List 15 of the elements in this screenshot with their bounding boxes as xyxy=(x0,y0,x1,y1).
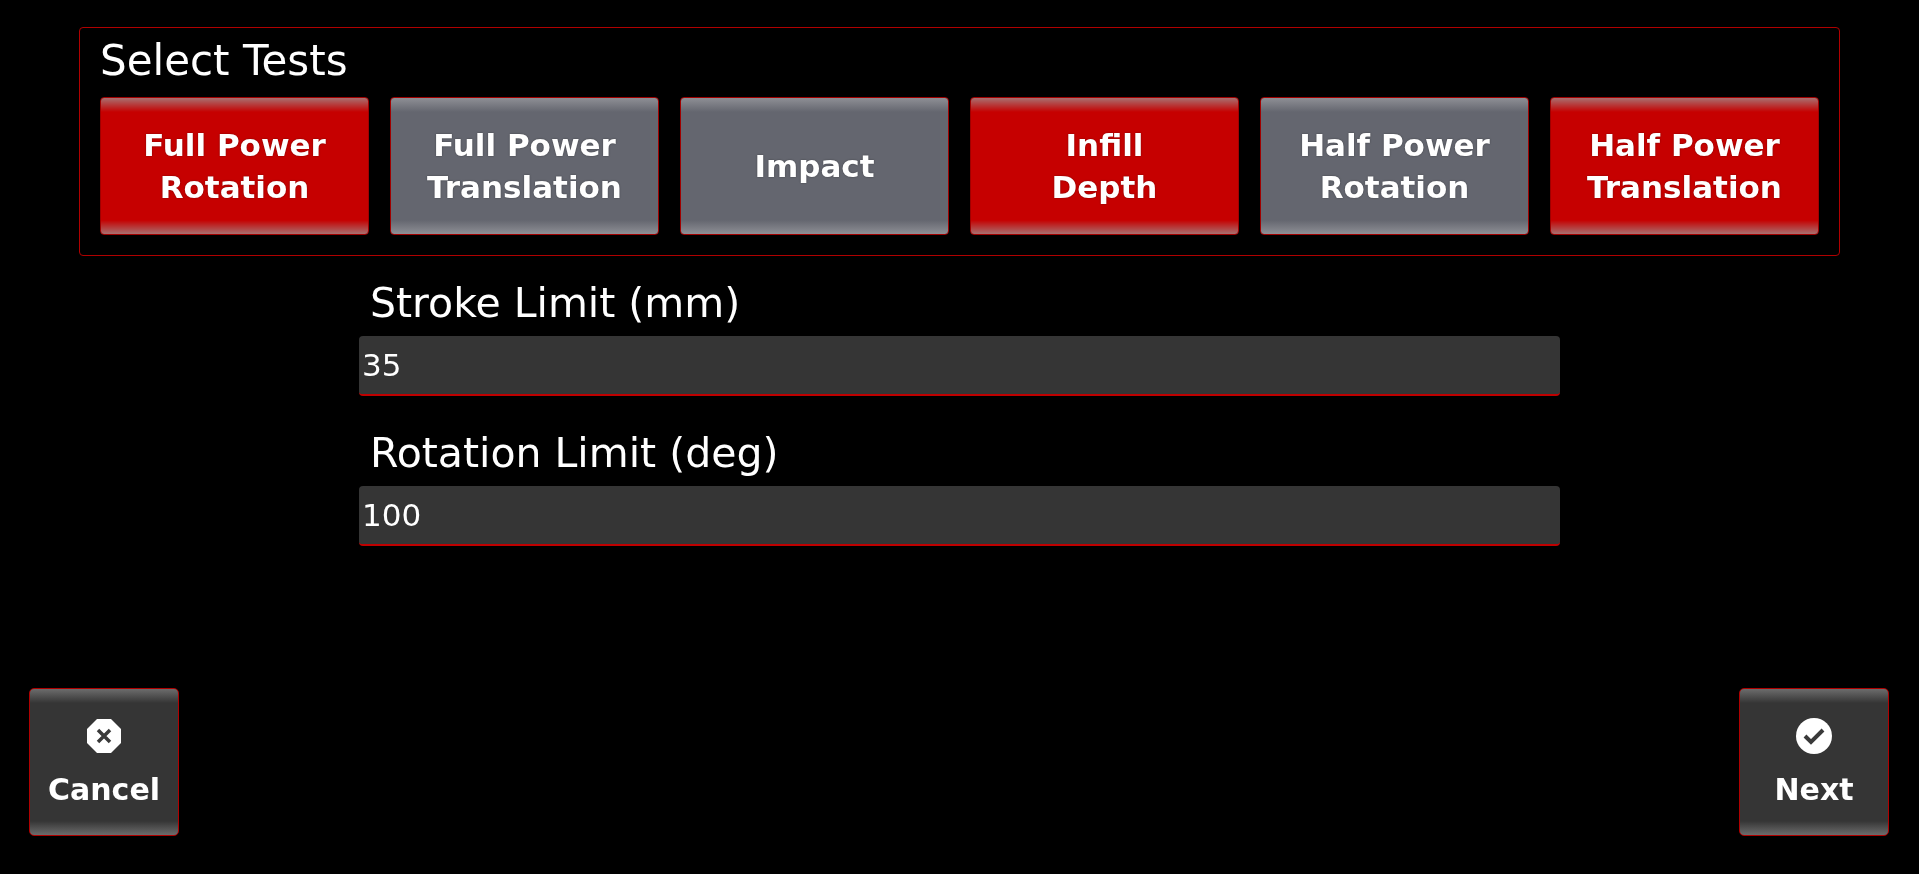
test-toggle-button[interactable]: Infill Depth xyxy=(970,97,1239,235)
test-toggle-button[interactable]: Half Power Rotation xyxy=(1260,97,1529,235)
next-button[interactable]: Next xyxy=(1739,688,1889,836)
check-icon xyxy=(1796,718,1832,754)
cancel-button[interactable]: Cancel xyxy=(29,688,179,836)
input-field[interactable]: 100 xyxy=(359,486,1560,546)
field-label: Stroke Limit (mm) xyxy=(369,278,742,328)
field-label: Rotation Limit (deg) xyxy=(369,428,780,478)
test-toggle-button[interactable]: Full Power Translation xyxy=(390,97,659,235)
test-toggle-button[interactable]: Full Power Rotation xyxy=(100,97,369,235)
close-icon xyxy=(86,718,122,754)
test-toggle-button[interactable]: Half Power Translation xyxy=(1550,97,1819,235)
panel-title: Select Tests xyxy=(100,35,349,87)
test-toggle-button[interactable]: Impact xyxy=(680,97,949,235)
input-field[interactable]: 35 xyxy=(359,336,1560,396)
